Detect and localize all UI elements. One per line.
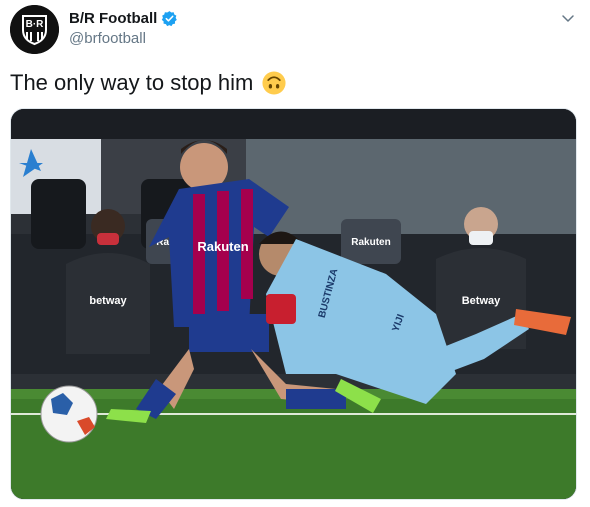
avatar-text: B·R <box>26 19 45 30</box>
upside-down-face-emoji-icon <box>262 71 286 95</box>
author-name[interactable]: B/R Football <box>69 10 178 27</box>
author-handle[interactable]: @brfootball <box>69 30 146 47</box>
seat-sponsor-2: Rakuten <box>351 237 390 248</box>
author-name-text[interactable]: B/R Football <box>69 10 157 27</box>
br-logo-icon: B·R <box>10 5 59 54</box>
tweet-text-content: The only way to stop him <box>10 70 254 95</box>
chevron-down-icon[interactable] <box>560 10 576 26</box>
football <box>40 385 98 443</box>
verified-badge-icon <box>162 11 178 27</box>
tweet-photo[interactable]: Rakuten Rakuten betway Betway <box>10 108 577 500</box>
staff-left-sponsor: betway <box>89 295 127 307</box>
staff-right-sponsor: Betway <box>462 295 501 307</box>
avatar[interactable]: B·R <box>10 5 59 54</box>
football-photo: Rakuten Rakuten betway Betway <box>11 109 576 499</box>
player-left-sponsor: Rakuten <box>197 239 248 254</box>
tweet-text: The only way to stop him <box>10 70 287 96</box>
tweet-card: B·R B/R Football @brfootball The only wa… <box>0 0 590 507</box>
